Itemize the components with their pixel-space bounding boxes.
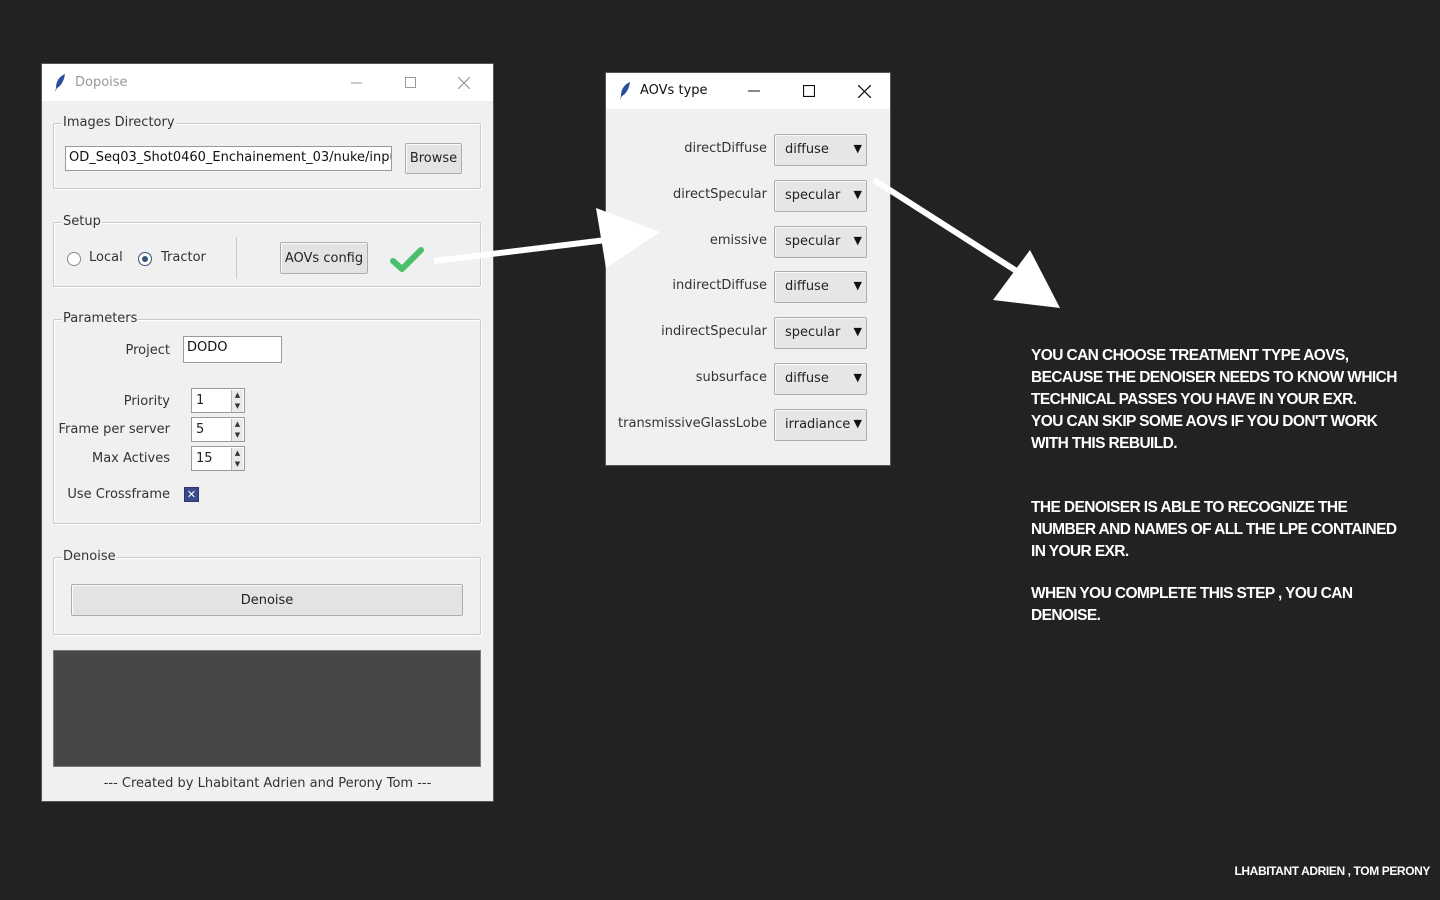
note-line: THE DENOISER IS ABLE TO RECOGNIZE THE <box>1031 499 1348 516</box>
note-line: IN YOUR EXR. <box>1031 543 1129 560</box>
note-line: WITH THIS REBUILD. <box>1031 435 1178 452</box>
note-line: BECAUSE THE DENOISER NEEDS TO KNOW WHICH <box>1031 369 1397 386</box>
annotation-complete-step: WHEN YOU COMPLETE THIS STEP , YOU CAN DE… <box>1031 583 1353 627</box>
note-line: YOU CAN CHOOSE TREATMENT TYPE AOVS, <box>1031 347 1349 364</box>
note-line: DENOISE. <box>1031 607 1101 624</box>
note-line: WHEN YOU COMPLETE THIS STEP , YOU CAN <box>1031 585 1353 602</box>
annotation-aov-choice: YOU CAN CHOOSE TREATMENT TYPE AOVS, BECA… <box>1031 345 1397 455</box>
annotation-lpe-recognition: THE DENOISER IS ABLE TO RECOGNIZE THE NU… <box>1031 497 1397 563</box>
note-line: TECHNICAL PASSES YOU HAVE IN YOUR EXR. <box>1031 391 1357 408</box>
note-line: NUMBER AND NAMES OF ALL THE LPE CONTAINE… <box>1031 521 1397 538</box>
author-credit: LHABITANT ADRIEN , TOM PERONY <box>1234 864 1430 878</box>
note-line: YOU CAN SKIP SOME AOVS IF YOU DON'T WORK <box>1031 413 1378 430</box>
